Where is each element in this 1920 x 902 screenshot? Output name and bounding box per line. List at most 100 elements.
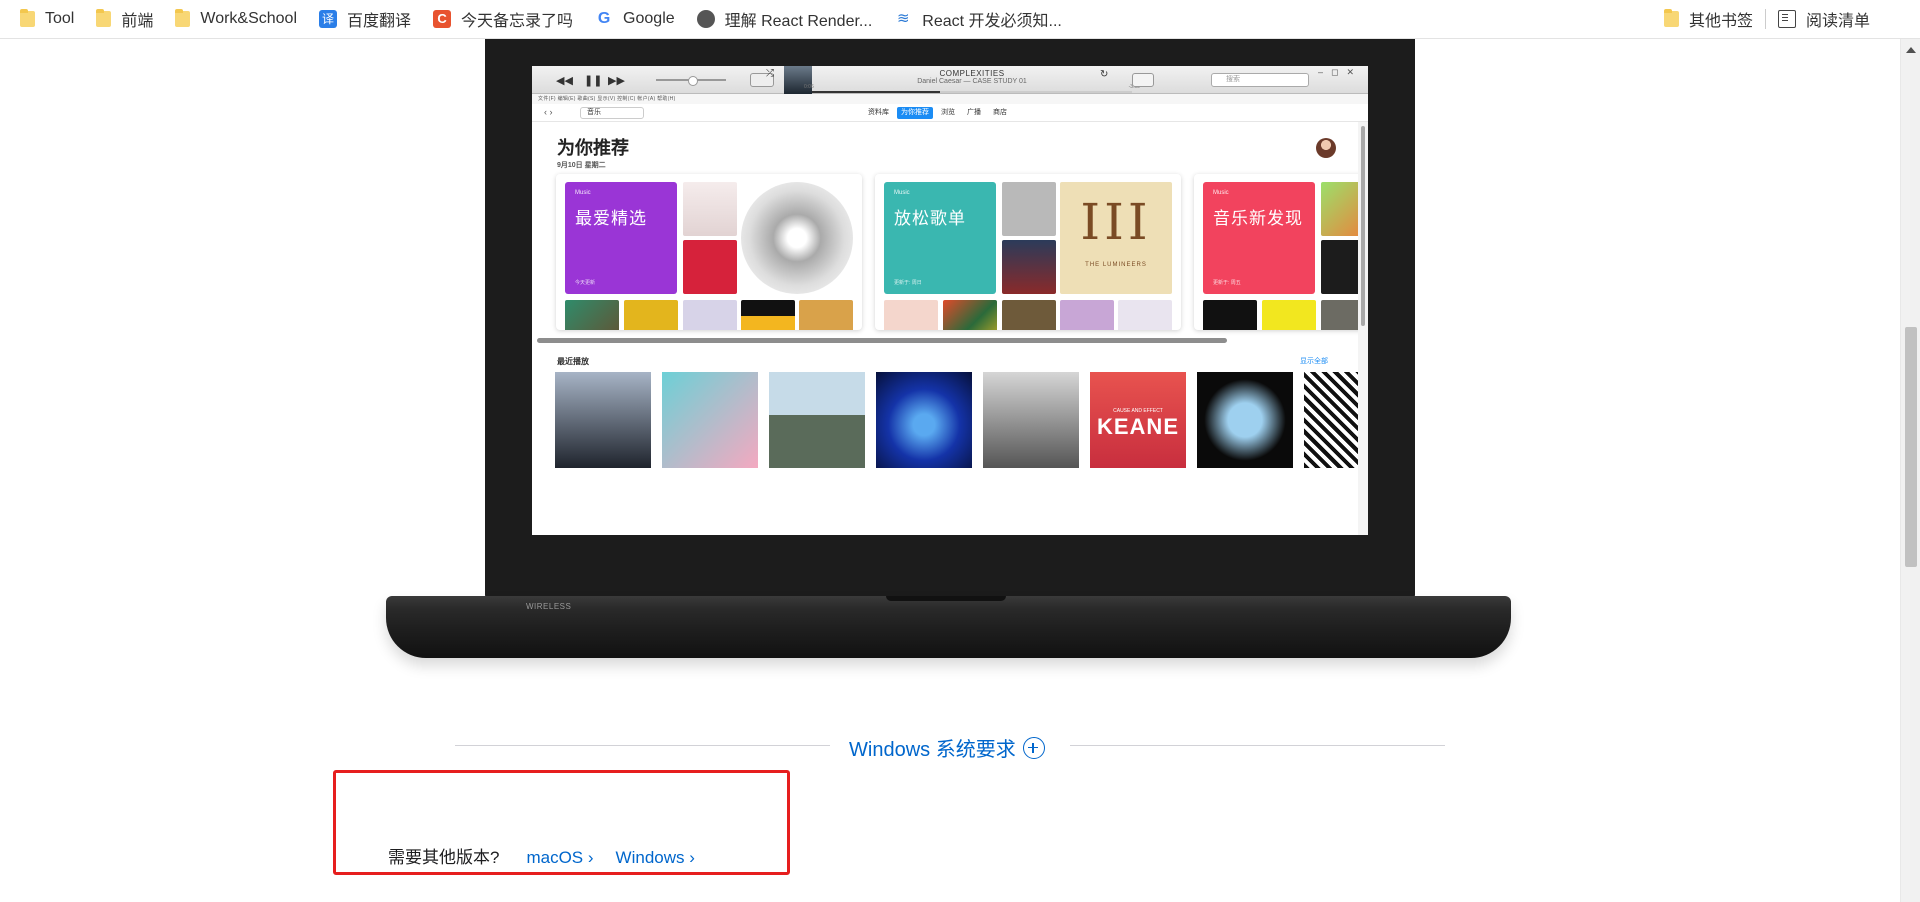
song-title: COMPLEXITIES — [939, 69, 1005, 78]
album-tile — [1002, 300, 1056, 330]
layers-icon: ≋ — [896, 10, 910, 27]
itunes-horizontal-scrollbar — [537, 338, 1227, 343]
bookmark-google[interactable]: G Google — [587, 4, 683, 34]
itunes-tab: 广播 — [967, 109, 981, 116]
library-select: 音乐 — [580, 107, 644, 119]
recent-album — [983, 372, 1079, 468]
scroll-thumb[interactable] — [1905, 327, 1917, 567]
recent-album — [769, 372, 865, 468]
itunes-tab-active: 为你推荐 — [897, 107, 933, 119]
volume-slider — [656, 76, 726, 86]
album-tile — [1002, 240, 1056, 294]
itunes-tab: 浏览 — [941, 109, 955, 116]
recent-album — [662, 372, 758, 468]
playlist-name: 放松歌单 — [894, 209, 966, 229]
album-title: KEANE — [1096, 414, 1179, 439]
keane-album: CAUSE AND EFFECT KEANE — [1090, 372, 1186, 468]
playlist-name: 最爱精选 — [575, 209, 647, 229]
bookmark-label: 理解 React Render... — [724, 13, 873, 30]
bookmark-label: Work&School — [200, 10, 298, 27]
globe-icon — [696, 10, 715, 28]
windows-link[interactable]: Windows › — [616, 848, 695, 868]
recent-album — [1304, 372, 1358, 468]
bookmark-label: Google — [623, 10, 675, 27]
repeat-icon: ↻ — [1100, 69, 1109, 80]
album-artist: THE LUMINEERS — [1085, 262, 1147, 268]
album-tile — [683, 300, 737, 330]
album-tile — [683, 240, 737, 294]
album-tile — [799, 300, 853, 330]
playlist-updated: 更新于: 周日 — [894, 280, 922, 286]
album-roman-numeral: III — [1080, 193, 1152, 251]
scroll-up-arrow-icon[interactable] — [1906, 47, 1916, 53]
page-scrollbar[interactable] — [1900, 39, 1920, 902]
reading-list-icon — [1777, 10, 1796, 28]
show-all-link: 显示全部 — [1300, 358, 1328, 365]
playlist-name: 音乐新发现 — [1213, 209, 1303, 229]
playlist-cover: Music 音乐新发现 更新于: 周五 — [1203, 182, 1315, 294]
apple-music-label: Music — [575, 190, 591, 196]
apple-music-label: Music — [1213, 190, 1229, 196]
bookmark-label: Tool — [45, 10, 75, 27]
user-avatar — [1316, 138, 1336, 158]
rewind-icon: ◀◀ — [556, 75, 573, 87]
requirements-label: Windows 系统要求 — [849, 739, 1016, 761]
other-versions-label: 需要其他版本? — [388, 848, 500, 867]
windows-link-label: Windows — [615, 848, 685, 867]
now-playing-display: COMPLEXITIES Daniel Caesar — CASE STUDY … — [802, 67, 1142, 93]
album-tile — [943, 300, 997, 330]
album-tile — [1060, 300, 1114, 330]
itunes-search: 搜索 — [1211, 73, 1309, 87]
recent-album — [555, 372, 651, 468]
itunes-menu: 文件(F) 编辑(E) 歌曲(S) 显示(V) 控制(C) 帐户(A) 帮助(H… — [532, 94, 1368, 104]
playlist-card: Music 放松歌单 更新于: 周日 III THE LUMINEERS — [875, 174, 1181, 330]
album-tile — [1262, 300, 1316, 330]
bookmark-react-render[interactable]: 理解 React Render... — [689, 4, 881, 34]
bookmark-frontend[interactable]: 前端 — [88, 4, 161, 34]
album-tile — [1002, 182, 1056, 236]
macos-link[interactable]: macOS › — [526, 848, 593, 868]
pause-icon: ❚❚ — [584, 75, 603, 87]
itunes-tab: 资料库 — [868, 109, 889, 116]
itunes-content: 为你推荐 9月10日 星期二 Music 最爱精选 今天更新 Music 放松歌… — [532, 122, 1368, 535]
laptop-base: WIRELESS — [386, 596, 1511, 658]
song-artist: Daniel Caesar — CASE STUDY 01 — [917, 78, 1027, 85]
baidu-translate-icon: 译 — [319, 10, 338, 28]
bookmark-label: 今天备忘录了吗 — [461, 13, 574, 30]
other-versions: 需要其他版本? macOS › Windows › — [388, 843, 717, 868]
bookmark-label: 前端 — [121, 13, 154, 30]
itunes-page-title: 为你推荐 — [557, 138, 629, 159]
bookmark-other[interactable]: 其他书签 — [1656, 4, 1761, 34]
bookmark-reading-list[interactable]: 阅读清单 — [1770, 4, 1878, 34]
bookmark-separator — [1764, 9, 1766, 29]
bookmark-work-school[interactable]: Work&School — [167, 4, 305, 34]
album-tile — [1203, 300, 1257, 330]
forward-icon: ▶▶ — [608, 75, 625, 87]
elapsed-time: 0:06 — [804, 84, 814, 90]
bookmark-label: 其他书签 — [1688, 13, 1753, 30]
playlist-card: Music 最爱精选 今天更新 — [556, 174, 862, 330]
playlist-updated: 今天更新 — [575, 280, 596, 286]
bookmark-memo[interactable]: C 今天备忘录了吗 — [425, 4, 581, 34]
playlist-card: Music 音乐新发现 更新于: 周五 — [1194, 174, 1368, 330]
recent-album — [876, 372, 972, 468]
bookmark-react-dev[interactable]: ≋ React 开发必须知... — [886, 4, 1070, 34]
plus-circle-icon — [1022, 736, 1045, 759]
bookmark-tool[interactable]: Tool — [12, 4, 82, 34]
shuffle-icon: ⤮ — [766, 68, 774, 79]
apple-music-label: Music — [894, 190, 910, 196]
bookmarks-right-group: 其他书签 阅读清单 — [1656, 4, 1920, 34]
window-controls-icon: –◻✕ — [1317, 67, 1362, 77]
windows-requirements-toggle[interactable]: Windows 系统要求 — [849, 733, 1045, 762]
itunes-vertical-scrollbar — [1358, 122, 1368, 535]
c-logo-icon: C — [433, 10, 452, 28]
album-tile — [683, 182, 737, 236]
divider-right — [1070, 745, 1445, 746]
playlist-cover: Music 放松歌单 更新于: 周日 — [884, 182, 996, 294]
playlist-cover: Music 最爱精选 今天更新 — [565, 182, 677, 294]
bookmark-baidu-translate[interactable]: 译 百度翻译 — [311, 4, 419, 34]
album-tile — [884, 300, 938, 330]
divider-left — [455, 745, 830, 746]
bookmark-label: 阅读清单 — [1805, 13, 1870, 30]
itunes-toolbar: ◀◀ ❚❚ ▶▶ COMPLEXITIES Daniel Caesar — CA… — [532, 66, 1368, 94]
